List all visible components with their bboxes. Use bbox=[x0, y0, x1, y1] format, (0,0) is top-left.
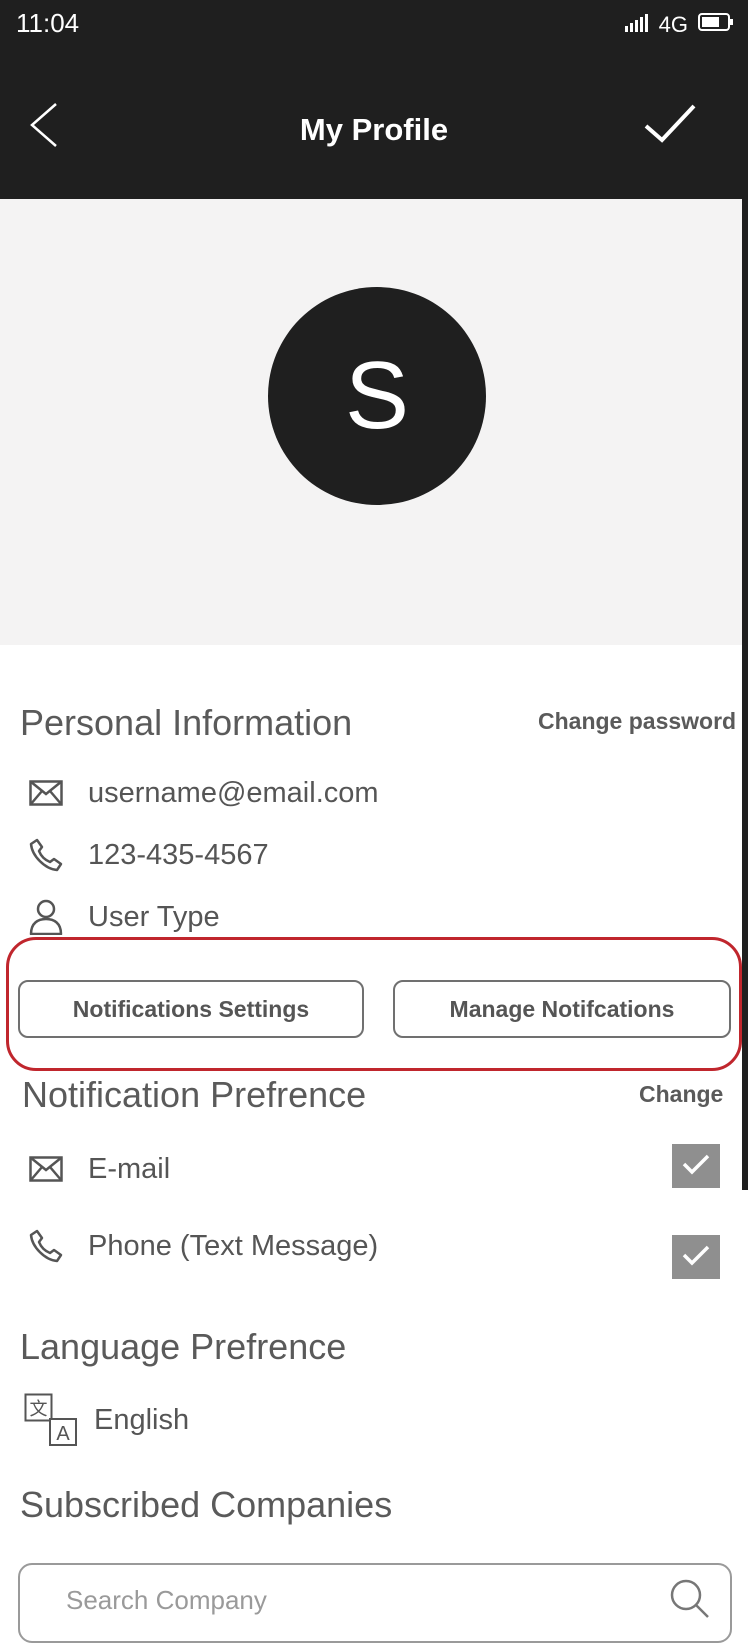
notification-change-link[interactable]: Change bbox=[639, 1081, 723, 1108]
language-value: English bbox=[94, 1403, 190, 1436]
subscribed-companies-title: Subscribed Companies bbox=[20, 1484, 393, 1525]
pref-email-label: E-mail bbox=[88, 1152, 171, 1185]
email-row: username@email.com bbox=[26, 773, 379, 813]
personal-info-title: Personal Information bbox=[20, 702, 353, 743]
check-icon bbox=[681, 1243, 711, 1272]
mail-icon bbox=[26, 773, 66, 813]
company-search-input[interactable] bbox=[64, 1579, 648, 1621]
check-icon bbox=[681, 1152, 711, 1181]
search-icon[interactable] bbox=[666, 1575, 710, 1624]
phone-pref-checkbox[interactable] bbox=[672, 1235, 720, 1279]
app-header: My Profile bbox=[0, 50, 748, 199]
change-password-link[interactable]: Change password bbox=[538, 708, 736, 735]
phone-value: 123-435-4567 bbox=[88, 838, 269, 871]
language-pref-title: Language Prefrence bbox=[20, 1326, 347, 1367]
translate-icon: 文 A bbox=[24, 1393, 78, 1447]
notification-pref-title: Notification Prefrence bbox=[22, 1074, 367, 1115]
scrollbar[interactable] bbox=[742, 0, 748, 1190]
email-pref-checkbox[interactable] bbox=[672, 1144, 720, 1188]
status-indicators: 4G bbox=[624, 12, 734, 38]
user-type-row: User Type bbox=[26, 897, 220, 937]
avatar-section: S bbox=[0, 199, 748, 645]
status-time: 11:04 bbox=[16, 8, 80, 38]
pref-phone-row: Phone (Text Message) bbox=[26, 1226, 378, 1266]
mail-icon bbox=[26, 1149, 66, 1189]
pref-phone-label: Phone (Text Message) bbox=[88, 1229, 379, 1262]
avatar[interactable]: S bbox=[268, 287, 486, 505]
check-icon bbox=[642, 104, 698, 150]
phone-icon bbox=[26, 835, 66, 875]
svg-text:A: A bbox=[56, 1423, 70, 1445]
network-type: 4G bbox=[658, 12, 688, 37]
user-type-value: User Type bbox=[88, 900, 220, 933]
pref-email-row: E-mail bbox=[26, 1149, 170, 1189]
language-row[interactable]: 文 A English bbox=[24, 1393, 189, 1447]
save-button[interactable] bbox=[642, 100, 702, 150]
page-title: My Profile bbox=[299, 112, 449, 147]
status-bar: 11:04 4G bbox=[0, 0, 748, 50]
battery-icon bbox=[698, 12, 734, 38]
user-icon bbox=[26, 897, 66, 937]
company-search-box bbox=[18, 1563, 732, 1643]
notifications-settings-button[interactable]: Notifications Settings bbox=[18, 980, 364, 1038]
phone-row: 123-435-4567 bbox=[26, 835, 269, 875]
email-value: username@email.com bbox=[88, 776, 379, 809]
svg-text:文: 文 bbox=[30, 1399, 48, 1420]
manage-notifications-button[interactable]: Manage Notifcations bbox=[393, 980, 731, 1038]
phone-icon bbox=[26, 1226, 66, 1266]
signal-bars-icon bbox=[624, 12, 649, 38]
